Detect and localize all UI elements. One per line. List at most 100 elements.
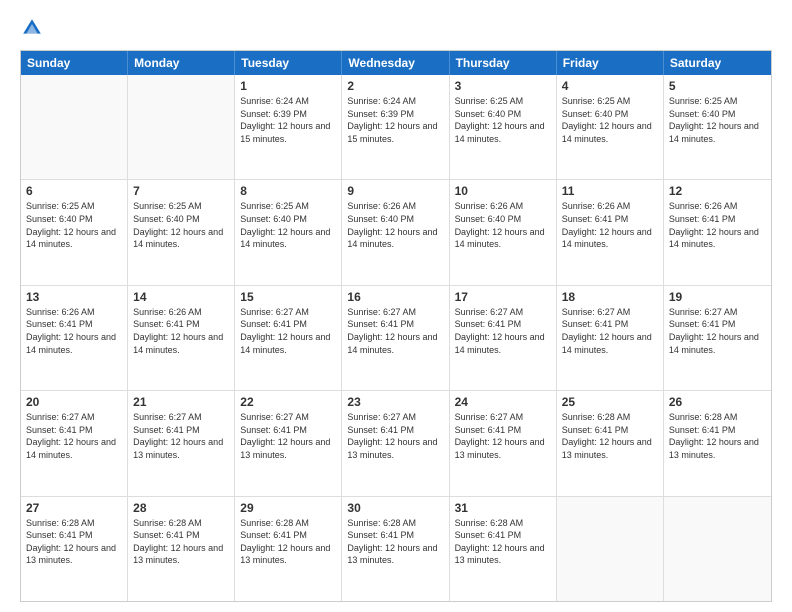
calendar-day-1: 1Sunrise: 6:24 AM Sunset: 6:39 PM Daylig…	[235, 75, 342, 179]
day-number: 24	[455, 395, 551, 409]
calendar-row-3: 13 Sunrise: 6:26 AM Sunset: 6:41 PM Dayli…	[21, 285, 771, 390]
day-number: 9	[347, 184, 443, 198]
day-number: 6	[26, 184, 122, 198]
calendar-day-5: 5 Sunrise: 6:25 AM Sunset: 6:40 PM Daylig…	[664, 75, 771, 179]
day-detail: Sunrise: 6:27 AM Sunset: 6:41 PM Dayligh…	[455, 306, 551, 356]
day-detail: Sunrise: 6:26 AM Sunset: 6:41 PM Dayligh…	[669, 200, 766, 250]
day-detail: Sunrise: 6:26 AM Sunset: 6:40 PM Dayligh…	[347, 200, 443, 250]
calendar-day-8: 8Sunrise: 6:25 AM Sunset: 6:40 PM Daylig…	[235, 180, 342, 284]
day-number: 4	[562, 79, 658, 93]
day-detail: Sunrise: 6:27 AM Sunset: 6:41 PM Dayligh…	[347, 306, 443, 356]
day-detail: Sunrise: 6:27 AM Sunset: 6:41 PM Dayligh…	[240, 411, 336, 461]
day-detail: Sunrise: 6:28 AM Sunset: 6:41 PM Dayligh…	[240, 517, 336, 567]
day-number: 19	[669, 290, 766, 304]
header-day-friday: Friday	[557, 51, 664, 75]
day-detail: Sunrise: 6:25 AM Sunset: 6:40 PM Dayligh…	[133, 200, 229, 250]
day-number: 2	[347, 79, 443, 93]
day-number: 22	[240, 395, 336, 409]
day-number: 11	[562, 184, 658, 198]
day-number: 29	[240, 501, 336, 515]
day-detail: Sunrise: 6:25 AM Sunset: 6:40 PM Dayligh…	[455, 95, 551, 145]
calendar-day-16: 16 Sunrise: 6:27 AM Sunset: 6:41 PM Dayli…	[342, 286, 449, 390]
day-detail: Sunrise: 6:27 AM Sunset: 6:41 PM Dayligh…	[26, 411, 122, 461]
day-detail: Sunrise: 6:26 AM Sunset: 6:40 PM Dayligh…	[455, 200, 551, 250]
day-detail: Sunrise: 6:25 AM Sunset: 6:40 PM Dayligh…	[240, 200, 336, 250]
day-detail: Sunrise: 6:25 AM Sunset: 6:40 PM Dayligh…	[669, 95, 766, 145]
day-number: 26	[669, 395, 766, 409]
calendar-day-23: 23 Sunrise: 6:27 AM Sunset: 6:41 PM Dayli…	[342, 391, 449, 495]
calendar-empty-cell	[21, 75, 128, 179]
calendar-day-24: 24Sunrise: 6:27 AM Sunset: 6:41 PM Dayli…	[450, 391, 557, 495]
header-day-wednesday: Wednesday	[342, 51, 449, 75]
calendar-day-29: 29 Sunrise: 6:28 AM Sunset: 6:41 PM Dayli…	[235, 497, 342, 601]
day-number: 3	[455, 79, 551, 93]
header-day-thursday: Thursday	[450, 51, 557, 75]
header-day-monday: Monday	[128, 51, 235, 75]
day-number: 17	[455, 290, 551, 304]
day-detail: Sunrise: 6:24 AM Sunset: 6:39 PM Dayligh…	[347, 95, 443, 145]
calendar-day-7: 7 Sunrise: 6:25 AM Sunset: 6:40 PM Daylig…	[128, 180, 235, 284]
day-number: 25	[562, 395, 658, 409]
calendar-day-3: 3 Sunrise: 6:25 AM Sunset: 6:40 PM Daylig…	[450, 75, 557, 179]
day-number: 27	[26, 501, 122, 515]
calendar-day-10: 10 Sunrise: 6:26 AM Sunset: 6:40 PM Dayli…	[450, 180, 557, 284]
calendar-empty-cell	[664, 497, 771, 601]
calendar-day-11: 11 Sunrise: 6:26 AM Sunset: 6:41 PM Dayli…	[557, 180, 664, 284]
day-number: 5	[669, 79, 766, 93]
day-number: 15	[240, 290, 336, 304]
day-detail: Sunrise: 6:27 AM Sunset: 6:41 PM Dayligh…	[240, 306, 336, 356]
calendar-body: 1Sunrise: 6:24 AM Sunset: 6:39 PM Daylig…	[21, 75, 771, 601]
calendar-day-2: 2 Sunrise: 6:24 AM Sunset: 6:39 PM Daylig…	[342, 75, 449, 179]
day-number: 28	[133, 501, 229, 515]
calendar-day-20: 20 Sunrise: 6:27 AM Sunset: 6:41 PM Dayli…	[21, 391, 128, 495]
calendar-empty-cell	[557, 497, 664, 601]
calendar-day-27: 27 Sunrise: 6:28 AM Sunset: 6:41 PM Dayli…	[21, 497, 128, 601]
calendar-day-14: 14Sunrise: 6:26 AM Sunset: 6:41 PM Dayli…	[128, 286, 235, 390]
day-detail: Sunrise: 6:26 AM Sunset: 6:41 PM Dayligh…	[26, 306, 122, 356]
day-detail: Sunrise: 6:27 AM Sunset: 6:41 PM Dayligh…	[133, 411, 229, 461]
day-detail: Sunrise: 6:26 AM Sunset: 6:41 PM Dayligh…	[562, 200, 658, 250]
day-detail: Sunrise: 6:26 AM Sunset: 6:41 PM Dayligh…	[133, 306, 229, 356]
day-detail: Sunrise: 6:28 AM Sunset: 6:41 PM Dayligh…	[26, 517, 122, 567]
calendar-day-22: 22 Sunrise: 6:27 AM Sunset: 6:41 PM Dayli…	[235, 391, 342, 495]
day-number: 20	[26, 395, 122, 409]
day-number: 30	[347, 501, 443, 515]
logo-icon	[20, 16, 44, 40]
day-detail: Sunrise: 6:28 AM Sunset: 6:41 PM Dayligh…	[669, 411, 766, 461]
day-detail: Sunrise: 6:27 AM Sunset: 6:41 PM Dayligh…	[562, 306, 658, 356]
calendar-row-4: 20 Sunrise: 6:27 AM Sunset: 6:41 PM Dayli…	[21, 390, 771, 495]
calendar-day-12: 12Sunrise: 6:26 AM Sunset: 6:41 PM Dayli…	[664, 180, 771, 284]
day-number: 16	[347, 290, 443, 304]
calendar: SundayMondayTuesdayWednesdayThursdayFrid…	[20, 50, 772, 602]
header-day-saturday: Saturday	[664, 51, 771, 75]
calendar-header: SundayMondayTuesdayWednesdayThursdayFrid…	[21, 51, 771, 75]
day-detail: Sunrise: 6:28 AM Sunset: 6:41 PM Dayligh…	[455, 517, 551, 567]
day-number: 10	[455, 184, 551, 198]
calendar-day-15: 15 Sunrise: 6:27 AM Sunset: 6:41 PM Dayli…	[235, 286, 342, 390]
calendar-day-31: 31 Sunrise: 6:28 AM Sunset: 6:41 PM Dayli…	[450, 497, 557, 601]
calendar-day-4: 4 Sunrise: 6:25 AM Sunset: 6:40 PM Daylig…	[557, 75, 664, 179]
day-number: 7	[133, 184, 229, 198]
calendar-day-13: 13 Sunrise: 6:26 AM Sunset: 6:41 PM Dayli…	[21, 286, 128, 390]
calendar-day-9: 9 Sunrise: 6:26 AM Sunset: 6:40 PM Daylig…	[342, 180, 449, 284]
header-day-sunday: Sunday	[21, 51, 128, 75]
calendar-day-28: 28 Sunrise: 6:28 AM Sunset: 6:41 PM Dayli…	[128, 497, 235, 601]
day-detail: Sunrise: 6:24 AM Sunset: 6:39 PM Dayligh…	[240, 95, 336, 145]
logo	[20, 16, 48, 40]
day-number: 31	[455, 501, 551, 515]
day-number: 21	[133, 395, 229, 409]
day-detail: Sunrise: 6:28 AM Sunset: 6:41 PM Dayligh…	[562, 411, 658, 461]
day-detail: Sunrise: 6:25 AM Sunset: 6:40 PM Dayligh…	[562, 95, 658, 145]
calendar-row-2: 6 Sunrise: 6:25 AM Sunset: 6:40 PM Daylig…	[21, 179, 771, 284]
day-number: 13	[26, 290, 122, 304]
day-number: 23	[347, 395, 443, 409]
header-day-tuesday: Tuesday	[235, 51, 342, 75]
header	[20, 16, 772, 40]
day-detail: Sunrise: 6:28 AM Sunset: 6:41 PM Dayligh…	[133, 517, 229, 567]
day-detail: Sunrise: 6:27 AM Sunset: 6:41 PM Dayligh…	[347, 411, 443, 461]
day-number: 18	[562, 290, 658, 304]
calendar-day-21: 21 Sunrise: 6:27 AM Sunset: 6:41 PM Dayli…	[128, 391, 235, 495]
calendar-day-18: 18 Sunrise: 6:27 AM Sunset: 6:41 PM Dayli…	[557, 286, 664, 390]
day-detail: Sunrise: 6:25 AM Sunset: 6:40 PM Dayligh…	[26, 200, 122, 250]
calendar-day-25: 25 Sunrise: 6:28 AM Sunset: 6:41 PM Dayli…	[557, 391, 664, 495]
